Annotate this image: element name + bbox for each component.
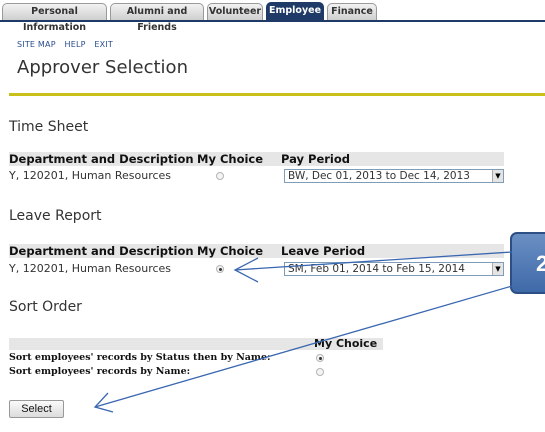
pay-period-select[interactable]: BW, Dec 01, 2013 to Dec 14, 2013 ▼ [284,169,504,183]
tab-finance[interactable]: Finance [327,3,377,20]
leave-period-header: Leave Period [281,244,366,258]
arrowhead-icon [233,257,259,283]
site-map-link[interactable]: SITE MAP [17,40,56,49]
sort-my-choice-header: My Choice [314,337,378,350]
sort-name-radio[interactable] [316,368,324,376]
sort-status-name-label: Sort employees' records by Status then b… [9,352,271,363]
pay-period-header: Pay Period [281,152,350,166]
tab-employee[interactable]: Employee [266,2,324,21]
callout-box: 2 [510,232,545,294]
leave-report-department: Y, 120201, Human Resources [9,262,172,275]
chevron-down-icon[interactable]: ▼ [492,170,503,182]
tab-alumni-and-friends[interactable]: Alumni and Friends [110,3,204,33]
leave-period-select[interactable]: SM, Feb 01, 2014 to Feb 15, 2014 ▼ [284,262,504,276]
exit-link[interactable]: EXIT [94,40,113,49]
tab-volunteer[interactable]: Volunteer [207,3,263,20]
leave-report-header-row: Department and Description My Choice Lea… [9,244,504,258]
department-header: Department and Description [9,244,194,258]
tab-bar: Personal Information Alumni and Friends … [0,0,545,33]
leave-report-title: Leave Report [9,208,102,224]
time-sheet-my-choice-radio[interactable] [216,172,224,180]
pay-period-value: BW, Dec 01, 2013 to Dec 14, 2013 [288,170,470,182]
leave-period-value: SM, Feb 01, 2014 to Feb 15, 2014 [288,263,465,275]
chevron-down-icon[interactable]: ▼ [492,263,503,275]
callout-number: 2 [536,251,545,276]
leave-report-my-choice-radio[interactable] [216,265,224,273]
top-links: SITE MAP HELP EXIT [17,40,119,49]
sort-status-name-radio[interactable] [316,354,324,362]
tab-bar-rule [0,20,545,22]
page-title: Approver Selection [17,57,188,78]
time-sheet-header-row: Department and Description My Choice Pay… [9,152,504,166]
sort-order-header-row: My Choice [9,337,383,350]
select-button[interactable]: Select [9,400,64,418]
help-link[interactable]: HELP [64,40,85,49]
time-sheet-title: Time Sheet [9,119,89,135]
title-divider [9,93,545,96]
tab-personal-information[interactable]: Personal Information [2,3,107,33]
department-header: Department and Description [9,152,194,166]
my-choice-header: My Choice [197,152,264,166]
arrowhead-icon [93,392,114,413]
my-choice-header: My Choice [197,244,264,258]
sort-order-title: Sort Order [9,299,82,315]
sort-name-label: Sort employees' records by Name: [9,366,191,377]
time-sheet-department: Y, 120201, Human Resources [9,169,172,182]
